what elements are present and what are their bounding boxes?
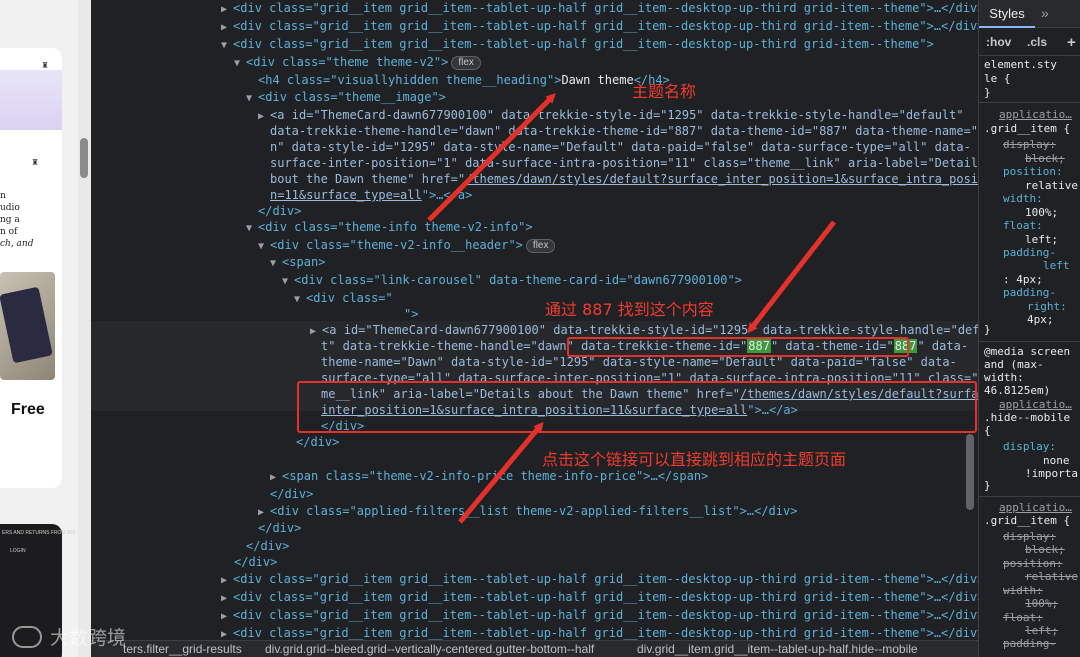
preview-scrollbar[interactable]: [78, 0, 91, 657]
rule-close: }: [984, 86, 991, 99]
preview-text: ch, and: [0, 239, 34, 249]
more-tabs-icon[interactable]: »: [1041, 5, 1049, 21]
annotation-theme-name: 主题名称: [632, 82, 697, 101]
css-property[interactable]: left: [1043, 259, 1070, 273]
rule-selector[interactable]: .grid__item {: [984, 514, 1070, 528]
css-value[interactable]: relative: [1025, 179, 1078, 193]
css-value[interactable]: 100%;: [1025, 206, 1058, 220]
media-query: 46.8125em): [984, 384, 1051, 397]
theme-preview-image: [0, 70, 62, 130]
css-property[interactable]: float:: [1003, 219, 1043, 233]
css-value[interactable]: block;: [1025, 543, 1065, 557]
rule-selector[interactable]: .hide--mobile: [984, 411, 1070, 425]
css-property[interactable]: width:: [1003, 192, 1043, 206]
css-value[interactable]: left;: [1025, 233, 1058, 247]
preview-scroll-thumb[interactable]: [80, 138, 88, 178]
css-property[interactable]: display:: [1003, 138, 1056, 152]
annotation-arrows: [427, 93, 836, 524]
arrow-to-link: [458, 421, 544, 524]
elements-scroll-thumb[interactable]: [966, 434, 974, 510]
rule-close: }: [984, 323, 991, 336]
hov-toggle[interactable]: :hov: [986, 29, 1011, 56]
css-property[interactable]: display:: [1003, 440, 1056, 454]
css-property[interactable]: padding-: [1003, 246, 1056, 260]
rule-source-link[interactable]: applicatio…: [999, 501, 1072, 515]
media-query: @media screen: [984, 345, 1071, 358]
css-property[interactable]: width:: [1003, 584, 1043, 598]
css-value[interactable]: left;: [1025, 624, 1058, 638]
rule-divider: [979, 341, 1080, 342]
arrow-to-theme-name: [427, 93, 556, 222]
css-property[interactable]: padding-: [1003, 637, 1056, 651]
css-property[interactable]: right:: [1027, 300, 1067, 314]
css-property[interactable]: float:: [1003, 611, 1043, 625]
media-query: and (max-: [984, 358, 1044, 371]
breadcrumb-item[interactable]: div.grid__item.grid__item--tablet-up-hal…: [637, 641, 918, 657]
styles-filter-bar: :hov .cls +: [979, 29, 1080, 56]
annotation-find-887: 通过 887 找到这个内容: [545, 300, 714, 319]
css-property[interactable]: position:: [1003, 557, 1063, 571]
css-property[interactable]: position:: [1003, 165, 1063, 179]
rule-divider: [979, 102, 1080, 103]
rule-close: }: [984, 479, 991, 492]
breadcrumb-item[interactable]: div.grid.grid--bleed.grid--vertically-ce…: [265, 641, 594, 657]
styles-tabbar: Styles »: [979, 0, 1080, 28]
css-value[interactable]: none: [1043, 454, 1070, 468]
css-value[interactable]: relative: [1025, 570, 1078, 584]
rule-open: {: [984, 424, 991, 437]
breadcrumb: ters.filter__grid-results div.grid.grid-…: [91, 640, 978, 657]
elements-panel: ▶ <div class="grid__item grid__item--tab…: [91, 0, 978, 640]
arrow-to-887: [747, 220, 836, 334]
css-value[interactable]: block;: [1025, 152, 1065, 166]
watermark: 大数跨境: [50, 627, 127, 649]
preview-text: ng a: [0, 215, 20, 225]
cls-toggle[interactable]: .cls: [1027, 29, 1047, 56]
css-value[interactable]: !importa: [1025, 467, 1078, 481]
add-rule-icon[interactable]: +: [1067, 29, 1076, 56]
css-property[interactable]: padding-: [1003, 286, 1056, 300]
preview-login: LOGIN: [10, 548, 26, 554]
css-property[interactable]: display:: [1003, 530, 1056, 544]
rule-source-link[interactable]: applicatio…: [999, 108, 1072, 122]
element-style-selector: le {: [984, 72, 1011, 85]
styles-pane: Styles » :hov .cls + element.sty le { } …: [978, 0, 1080, 657]
preview-text: n of: [0, 227, 18, 237]
css-value[interactable]: : 4px;: [1003, 273, 1043, 287]
css-value[interactable]: 100%;: [1025, 597, 1058, 611]
media-query: width:: [984, 371, 1024, 384]
preview-text: n: [0, 191, 6, 201]
page-preview: ♜ ♜ n udio ng a n of ch, and Free ERS AN…: [0, 0, 91, 657]
rule-divider: [979, 496, 1080, 497]
bag-icon: ♜: [32, 157, 39, 168]
preview-banner: ERS AND RETURNS FROM $50: [2, 530, 76, 536]
tab-styles[interactable]: Styles: [979, 0, 1035, 28]
element-style-selector[interactable]: element.sty: [984, 58, 1057, 72]
bag-icon: ♜: [42, 60, 49, 71]
price-label: Free: [11, 401, 45, 418]
rule-selector[interactable]: .grid__item {: [984, 122, 1070, 136]
css-value[interactable]: 4px;: [1027, 313, 1054, 327]
annotation-click-link: 点击这个链接可以直接跳到相应的主题页面: [542, 450, 847, 469]
preview-text: udio: [0, 203, 20, 213]
rule-source-link[interactable]: applicatio…: [999, 398, 1072, 412]
